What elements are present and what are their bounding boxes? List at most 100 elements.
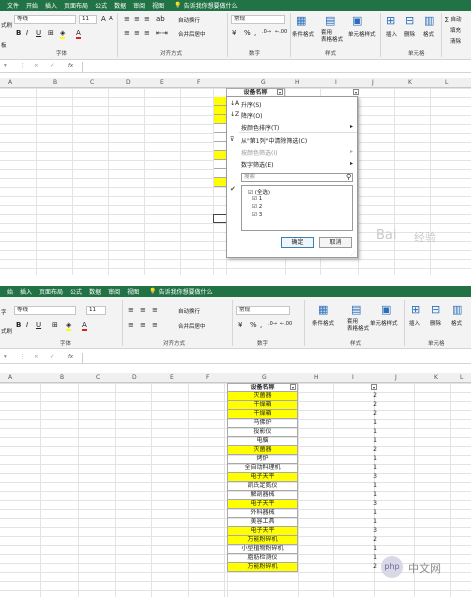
device-name-cell[interactable]: 电子天平 [227, 500, 298, 509]
font-color-icon[interactable]: A [76, 29, 81, 39]
filter-search-input[interactable]: 搜索 [241, 173, 353, 182]
count-cell[interactable]: 2 [350, 446, 377, 454]
device-name-cell[interactable]: 凯氏定氮仪 [227, 482, 298, 491]
insert-function-icon[interactable]: fx [68, 63, 73, 69]
autosum-button[interactable]: ∑ 自动 [445, 15, 461, 23]
decimal-decrease-icon[interactable]: ←.00 [280, 321, 292, 327]
count-cell[interactable]: 1 [350, 437, 377, 445]
cell[interactable] [214, 142, 226, 151]
grow-font-button[interactable]: A [101, 15, 106, 23]
cell-style-button[interactable]: 单元格样式 [370, 319, 398, 327]
column-header-j[interactable]: J [372, 79, 374, 86]
wrap-text-button[interactable]: 自动换行 [178, 16, 200, 24]
tell-me-search[interactable]: 告诉我你想要做什么 [184, 1, 238, 10]
number-filter-item[interactable]: 数字筛选(E) [241, 160, 273, 169]
value-1-checkbox[interactable]: ☑ 1 [252, 196, 262, 202]
borders-icon[interactable]: ⊞ [52, 321, 58, 329]
cell[interactable] [214, 178, 226, 187]
align-middle-icon[interactable]: ≡ [134, 15, 140, 23]
cell-style-icon[interactable]: ▣ [381, 303, 391, 316]
cell[interactable] [214, 124, 226, 133]
column-header-l[interactable]: L [445, 79, 448, 86]
align-middle-icon[interactable]: ≡ [140, 306, 146, 314]
format-cells-button[interactable]: 格式 [423, 30, 434, 38]
menu-item[interactable]: 开始 [26, 1, 38, 10]
count-cell[interactable]: 2 [350, 563, 377, 571]
column-header-e[interactable]: E [170, 374, 174, 381]
underline-button[interactable]: U [36, 321, 41, 329]
column-header-i[interactable]: I [352, 374, 354, 381]
column-header-e[interactable]: E [160, 79, 164, 86]
number-format-select[interactable]: 常规 [236, 306, 290, 315]
align-left-icon[interactable]: ≡ [128, 321, 134, 329]
percent-button[interactable]: % [250, 321, 257, 329]
table-format-button[interactable]: 套用 表格格式 [347, 319, 369, 333]
count-cell[interactable]: 3 [350, 473, 377, 481]
count-cell[interactable]: 1 [350, 518, 377, 526]
align-bottom-icon[interactable]: ≡ [144, 15, 150, 23]
fill-button[interactable]: 填充 [450, 26, 461, 34]
count-cell[interactable]: 2 [350, 401, 377, 409]
cell-style-button[interactable]: 单元格样式 [348, 30, 376, 38]
indent-icon[interactable]: ⇤⇥ [156, 29, 168, 37]
underline-button[interactable]: U [36, 29, 41, 37]
cell[interactable] [214, 151, 226, 160]
device-name-cell[interactable]: 电子天平 [227, 527, 298, 536]
decimal-increase-icon[interactable]: .0→ [262, 29, 271, 35]
insert-cells-button[interactable]: 插入 [386, 30, 397, 38]
delete-cells-button[interactable]: 删除 [404, 30, 415, 38]
count-cell[interactable]: 1 [350, 482, 377, 490]
filter-dropdown-icon[interactable]: ▾ [277, 89, 283, 95]
tell-me-search[interactable]: 告诉我你想要做什么 [159, 287, 213, 296]
insert-function-icon[interactable]: fx [68, 354, 73, 360]
column-header-d[interactable]: D [126, 79, 131, 86]
column-header-g[interactable]: G [262, 374, 267, 381]
device-name-cell[interactable]: 美容工具 [227, 518, 298, 527]
confirm-entry-icon[interactable]: ✓ [50, 354, 55, 360]
ok-button[interactable]: 确定 [281, 237, 314, 248]
filter-by-color-item[interactable]: 按颜色筛选(I) [241, 148, 277, 157]
cell[interactable] [214, 169, 226, 178]
shrink-font-button[interactable]: A [109, 16, 113, 22]
menu-item[interactable]: 页面布局 [39, 287, 63, 296]
currency-icon[interactable]: ¥ [232, 29, 236, 37]
conditional-format-icon[interactable]: ▦ [296, 14, 306, 27]
menu-item[interactable]: 文件 [7, 1, 19, 10]
device-name-cell[interactable]: 灭菌器 [227, 392, 298, 401]
formula-input[interactable] [82, 353, 471, 363]
font-size-select[interactable]: 11 [86, 306, 106, 315]
borders-icon[interactable]: ⊞ [48, 29, 54, 37]
column-header-g[interactable]: G [261, 79, 266, 86]
device-name-cell[interactable]: 投影仪 [227, 428, 298, 437]
column-header-c[interactable]: C [90, 79, 94, 86]
italic-button[interactable]: I [26, 29, 28, 37]
comma-button[interactable]: , [254, 29, 256, 37]
fill-color-icon[interactable]: ◈ [66, 321, 72, 331]
cell[interactable] [214, 133, 226, 142]
comma-button[interactable]: , [260, 321, 262, 329]
font-name-select[interactable]: 等线 [14, 306, 76, 315]
align-right-icon[interactable]: ≡ [152, 321, 158, 329]
conditional-format-button[interactable]: 条件格式 [292, 30, 314, 38]
value-2-checkbox[interactable]: ☑ 2 [252, 204, 262, 210]
column-header-h[interactable]: H [295, 79, 300, 86]
sort-descending-item[interactable]: 降序(O) [241, 111, 262, 120]
table-format-icon[interactable]: ▤ [351, 303, 361, 316]
menu-item[interactable]: 数据 [89, 287, 101, 296]
format-cells-icon[interactable]: ▥ [424, 14, 434, 27]
count-cell[interactable]: 1 [350, 464, 377, 472]
cancel-button[interactable]: 取消 [319, 237, 352, 248]
device-name-cell[interactable]: 干燥箱 [227, 401, 298, 410]
clear-filter-item[interactable]: 从"第1列"中清除筛选(C) [241, 136, 307, 145]
sort-ascending-item[interactable]: 升序(S) [241, 100, 262, 109]
count-cell[interactable]: 1 [350, 554, 377, 562]
merge-center-button[interactable]: 合并后居中 [178, 30, 206, 38]
menu-item[interactable]: 始 [7, 287, 13, 296]
align-center-icon[interactable]: ≡ [134, 29, 140, 37]
filter-dropdown-icon-2[interactable]: ▾ [353, 89, 359, 95]
device-name-cell[interactable]: 烤炉 [227, 455, 298, 464]
cell-style-icon[interactable]: ▣ [352, 14, 362, 27]
count-cell[interactable]: 3 [350, 500, 377, 508]
table-format-icon[interactable]: ▤ [325, 14, 335, 27]
table-format-button[interactable]: 套用 表格格式 [321, 30, 343, 44]
